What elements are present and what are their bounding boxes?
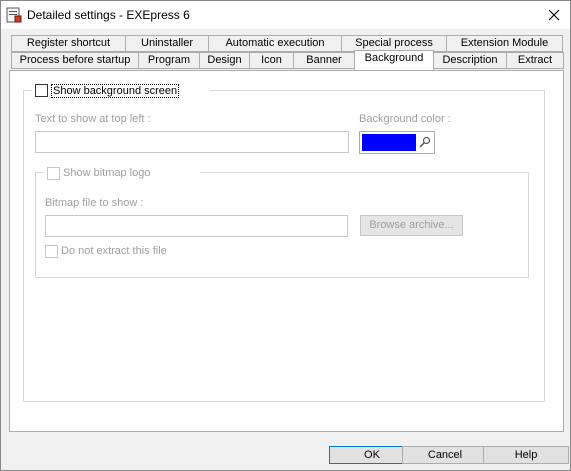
- eyedropper-icon: [418, 135, 432, 152]
- do-not-extract-checkbox[interactable]: [45, 245, 58, 258]
- tab-banner[interactable]: Banner: [293, 52, 355, 69]
- browse-archive-button[interactable]: Browse archive...: [360, 215, 463, 236]
- show-background-label[interactable]: Show background screen: [51, 84, 180, 98]
- bitmap-file-input[interactable]: [45, 215, 348, 237]
- tab-extract[interactable]: Extract: [506, 52, 564, 69]
- do-not-extract-label: Do not extract this file: [61, 245, 167, 257]
- window-title: Detailed settings - EXEpress 6: [27, 8, 190, 22]
- color-swatch: [362, 134, 416, 151]
- tab-uninstaller[interactable]: Uninstaller: [125, 35, 209, 52]
- bitmap-file-label: Bitmap file to show :: [45, 197, 144, 209]
- tab-program[interactable]: Program: [138, 52, 200, 69]
- help-button[interactable]: Help: [483, 446, 569, 464]
- show-bitmap-logo-checkbox[interactable]: [47, 167, 60, 180]
- tab-automatic-execution[interactable]: Automatic execution: [208, 35, 342, 52]
- tab-design[interactable]: Design: [199, 52, 250, 69]
- tab-icon[interactable]: Icon: [249, 52, 294, 69]
- background-tab-panel: Show background screen Text to show at t…: [9, 70, 564, 432]
- show-background-checkbox[interactable]: [35, 84, 48, 97]
- background-color-label: Background color :: [359, 113, 451, 125]
- text-top-left-input[interactable]: [35, 131, 349, 153]
- close-icon[interactable]: [538, 1, 570, 29]
- text-top-left-label: Text to show at top left :: [35, 113, 151, 125]
- tab-process-before-startup[interactable]: Process before startup: [11, 52, 139, 69]
- tab-register-shortcut[interactable]: Register shortcut: [11, 35, 126, 52]
- app-icon: [6, 7, 22, 23]
- tab-description[interactable]: Description: [433, 52, 507, 69]
- cancel-button[interactable]: Cancel: [402, 446, 488, 464]
- show-bitmap-logo-label: Show bitmap logo: [63, 167, 151, 179]
- detailed-settings-window: Detailed settings - EXEpress 6 Register …: [0, 0, 571, 471]
- tab-background[interactable]: Background: [354, 50, 434, 70]
- tab-extension-module[interactable]: Extension Module: [446, 35, 563, 52]
- background-color-picker[interactable]: [359, 131, 435, 154]
- title-bar: Detailed settings - EXEpress 6: [1, 1, 570, 29]
